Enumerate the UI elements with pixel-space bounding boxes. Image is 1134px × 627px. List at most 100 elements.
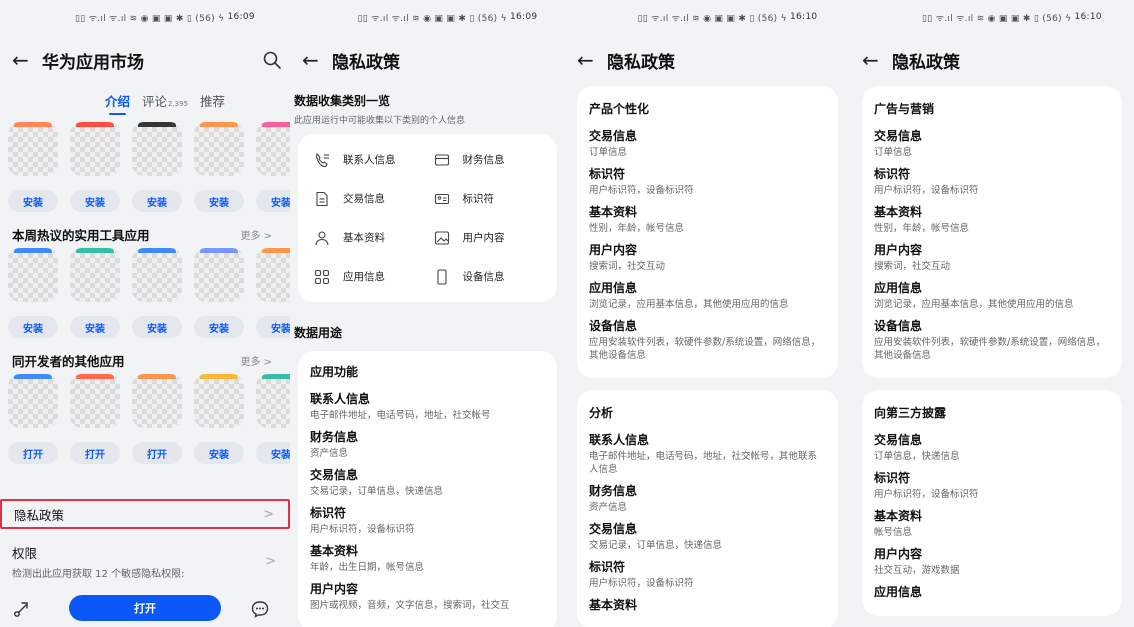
- entry-detail: 图片或视频，音频，文字信息，搜索词，社交互: [310, 600, 510, 611]
- entry-detail: 用户标识符，设备标识符: [589, 185, 694, 196]
- data-entry: 应用信息: [874, 585, 1110, 600]
- more-link[interactable]: 更多 >: [240, 353, 272, 368]
- status-bar: ▯▯ ᯤ.ıl ᯤ.ıl ≋ ◉ ▣ ▣ ✱ ▯ (56) ϟ 16:09: [290, 0, 565, 34]
- data-entry: 基本资料: [589, 598, 826, 613]
- app-icon[interactable]: [132, 374, 182, 428]
- entry-heading: 应用信息: [589, 281, 638, 295]
- back-arrow-icon[interactable]: ←: [577, 50, 599, 70]
- status-time: 16:09: [510, 12, 538, 22]
- app-icon[interactable]: [194, 248, 244, 302]
- app-icon[interactable]: [256, 248, 290, 302]
- app-icon[interactable]: [70, 248, 120, 302]
- icon-accent: [200, 122, 238, 127]
- data-entry: 交易信息 订单信息: [874, 129, 1110, 159]
- app-icon[interactable]: [132, 248, 182, 302]
- status-time: 16:10: [1074, 12, 1102, 22]
- open-app-button[interactable]: 打开: [8, 442, 58, 464]
- app-icon[interactable]: [194, 122, 244, 176]
- share-icon[interactable]: [12, 599, 32, 619]
- category-label: 应用信息: [343, 271, 385, 283]
- data-entry: 标识符 用户标识符，设备标识符: [589, 167, 826, 197]
- usage-card: 应用功能 联系人信息 电子邮件地址，电话号码，地址，社交帐号 财务信息 资产信息 交…: [298, 351, 557, 627]
- image-icon: [434, 230, 449, 245]
- back-arrow-icon[interactable]: ←: [12, 50, 34, 70]
- tab-reviews-label: 评论: [141, 94, 167, 109]
- install-button[interactable]: 安装: [70, 316, 120, 338]
- chevron-right-icon: >: [265, 553, 276, 569]
- privacy-policy-row[interactable]: 隐私政策 >: [0, 499, 290, 529]
- tab-reviews[interactable]: 评论2,395: [142, 91, 188, 110]
- app-row-3: [0, 374, 290, 434]
- data-entry: 交易信息 订单信息，快递信息: [874, 433, 1110, 463]
- entry-detail: 资产信息: [589, 502, 628, 513]
- entry-detail: 用户标识符，设备标识符: [589, 578, 694, 589]
- category-item[interactable]: 用户内容: [428, 218, 548, 257]
- install-button[interactable]: 安装: [194, 442, 244, 464]
- app-icon[interactable]: [70, 374, 120, 428]
- icon-accent: [262, 248, 290, 253]
- category-item[interactable]: 财务信息: [428, 140, 548, 179]
- app-icon[interactable]: [8, 374, 58, 428]
- section-title: 同开发者的其他应用: [12, 353, 125, 369]
- install-button[interactable]: 安装: [194, 190, 244, 212]
- review-count: 2,395: [167, 100, 189, 108]
- install-button[interactable]: 安装: [132, 316, 182, 338]
- comment-icon[interactable]: [250, 599, 270, 619]
- entry-heading: 财务信息: [589, 484, 638, 498]
- category-item[interactable]: 联系人信息: [308, 140, 428, 179]
- install-button[interactable]: 安装: [256, 190, 290, 212]
- phone-icon: [436, 268, 447, 285]
- status-icons: ▯▯ ᯤ.ıl ᯤ.ıl ≋ ◉ ▣ ▣ ✱ ▯ (56) ϟ: [922, 13, 1072, 24]
- search-icon[interactable]: [262, 50, 282, 70]
- install-button[interactable]: 安装: [256, 442, 290, 464]
- data-entry: 联系人信息 电子邮件地址，电话号码，地址，社交帐号，其他联系人信息: [589, 433, 826, 476]
- app-icon[interactable]: [70, 122, 120, 176]
- data-entry: 财务信息 资产信息: [310, 430, 545, 460]
- back-arrow-icon[interactable]: ←: [302, 50, 324, 70]
- app-icon[interactable]: [132, 122, 182, 176]
- usage-card: 分析 联系人信息 电子邮件地址，电话号码，地址，社交帐号，其他联系人信息 财务信息…: [577, 390, 838, 627]
- data-entry: 用户内容 图片或视频，音频，文字信息，搜索词，社交互: [310, 582, 545, 612]
- icon-accent: [138, 374, 176, 379]
- app-icon[interactable]: [256, 374, 290, 428]
- install-button[interactable]: 安装: [8, 190, 58, 212]
- data-entry: 基本资料 性别，年龄，帐号信息: [589, 205, 826, 235]
- entry-detail: 订单信息: [589, 147, 628, 158]
- icon-accent: [76, 374, 114, 379]
- install-button[interactable]: 安装: [8, 316, 58, 338]
- entry-detail: 用户标识符，设备标识符: [874, 489, 979, 500]
- permissions-row[interactable]: 权限 检测出此应用获取 12 个敏感隐私权限: >: [0, 540, 290, 582]
- data-entry: 标识符 用户标识符，设备标识符: [310, 506, 545, 536]
- back-arrow-icon[interactable]: ←: [862, 50, 884, 70]
- install-button[interactable]: 安装: [132, 190, 182, 212]
- status-icons: ▯▯ ᯤ.ıl ᯤ.ıl ≋ ◉ ▣ ▣ ✱ ▯ (56) ϟ: [637, 13, 787, 24]
- tab-recommend[interactable]: 推荐: [200, 91, 225, 110]
- app-icon[interactable]: [256, 122, 290, 176]
- category-label: 交易信息: [343, 193, 385, 205]
- entry-heading: 联系人信息: [310, 392, 371, 406]
- open-button[interactable]: 打开: [69, 595, 221, 621]
- open-app-button[interactable]: 打开: [70, 442, 120, 464]
- install-button[interactable]: 安装: [70, 190, 120, 212]
- entry-heading: 应用信息: [874, 281, 923, 295]
- entry-heading: 用户内容: [874, 243, 923, 257]
- data-entry: 应用信息 浏览记录，应用基本信息，其他使用应用的信息: [589, 281, 826, 311]
- category-item[interactable]: 标识符: [428, 179, 548, 218]
- more-link[interactable]: 更多 >: [240, 227, 272, 242]
- category-item[interactable]: 应用信息: [308, 257, 428, 296]
- icon-accent: [14, 122, 52, 127]
- icon-accent: [138, 248, 176, 253]
- open-app-button[interactable]: 打开: [132, 442, 182, 464]
- app-icon[interactable]: [8, 248, 58, 302]
- privacy-policy-screen-3: ▯▯ ᯤ.ıl ᯤ.ıl ≋ ◉ ▣ ▣ ✱ ▯ (56) ϟ 16:10 ← …: [850, 0, 1134, 627]
- app-icon[interactable]: [8, 122, 58, 176]
- app-icon[interactable]: [194, 374, 244, 428]
- install-button[interactable]: 安装: [194, 316, 244, 338]
- category-item[interactable]: 设备信息: [428, 257, 548, 296]
- category-item[interactable]: 基本资料: [308, 218, 428, 257]
- install-button[interactable]: 安装: [256, 316, 290, 338]
- status-bar: ▯▯ ᯤ.ıl ᯤ.ıl ≋ ◉ ▣ ▣ ✱ ▯ (56) ϟ 16:10: [565, 0, 850, 34]
- category-item[interactable]: 交易信息: [308, 179, 428, 218]
- tab-intro[interactable]: 介绍: [105, 91, 130, 115]
- collection-title: 数据收集类别一览: [294, 94, 391, 108]
